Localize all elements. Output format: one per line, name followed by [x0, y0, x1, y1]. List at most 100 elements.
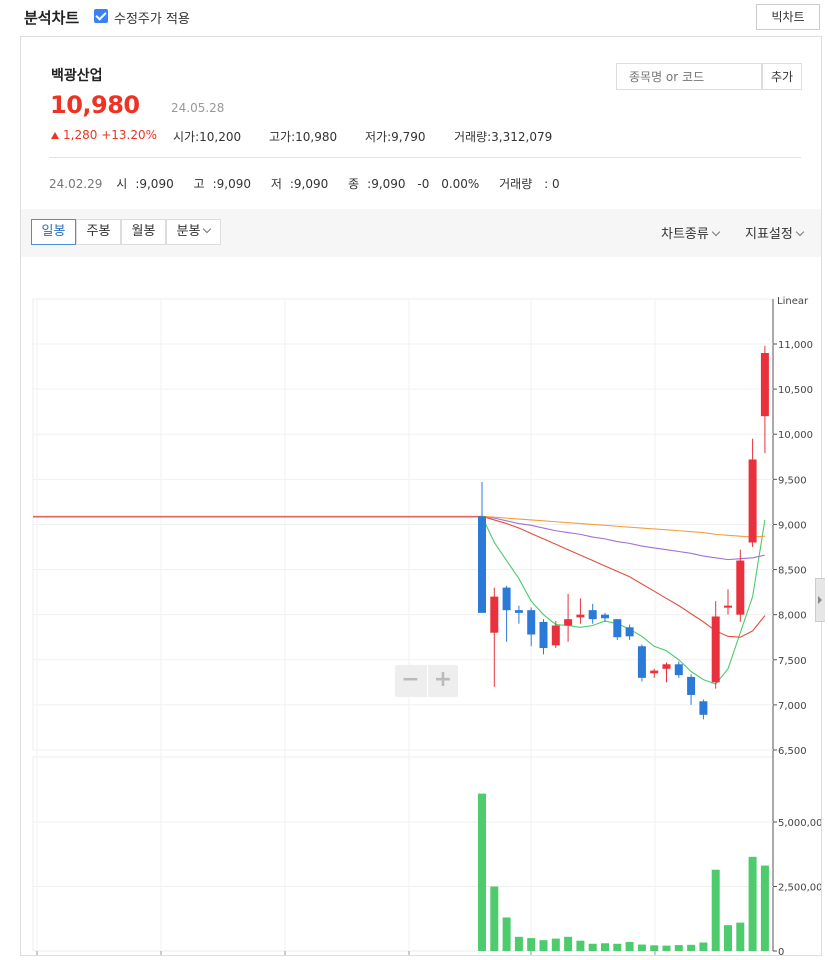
price-tick-label: 10,500 — [778, 385, 813, 396]
open-price-info: 시가:10,200 — [173, 130, 242, 144]
open-label: 시가 — [173, 130, 196, 144]
low-price-info: 저가:9,790 — [365, 130, 426, 144]
divider — [49, 157, 801, 158]
candle-body — [760, 353, 769, 417]
price-tick-label: 9,000 — [778, 520, 807, 531]
open-value: 10,200 — [199, 130, 242, 144]
candle-body — [502, 587, 511, 611]
price-date: 24.05.28 — [171, 101, 225, 115]
volume-bar — [527, 938, 536, 951]
volume-bar — [760, 865, 769, 951]
indicator-settings-menu[interactable]: 지표설정 — [745, 223, 805, 242]
volume-bar — [551, 938, 560, 951]
scale-label: Linear — [777, 296, 809, 307]
add-stock-button[interactable]: 추가 — [762, 63, 802, 90]
side-panel-toggle[interactable] — [815, 578, 825, 622]
moving-average-ma60 — [481, 515, 766, 561]
tab-minute[interactable]: 분봉 — [166, 219, 221, 245]
chart-type-menu[interactable]: 차트종류 — [661, 223, 721, 242]
volume-tick-label: 5,000,000 — [778, 818, 821, 829]
volume-info: 거래량:3,312,079 — [454, 130, 553, 144]
volume-tick-label: 0 — [778, 947, 784, 957]
tab-daily[interactable]: 일봉 — [31, 219, 76, 245]
low-label: 저가 — [365, 130, 388, 144]
tab-weekly[interactable]: 주봉 — [76, 219, 121, 245]
volume-bar — [514, 936, 523, 951]
price-tick-label: 7,500 — [778, 656, 807, 667]
moving-average-ma120 — [481, 515, 765, 538]
volume-bar — [748, 856, 757, 951]
chevron-down-icon — [795, 227, 805, 237]
candle-body — [687, 676, 696, 695]
candle-body — [748, 459, 757, 543]
chevron-down-icon — [203, 224, 212, 234]
candle-body — [564, 619, 573, 626]
volume-tick-label: 2,500,000 — [778, 883, 821, 894]
hover-date: 24.02.29 — [49, 177, 103, 191]
chart-panel: 백광산업 10,980 24.05.28 1,280 +13.20% 시가:10… — [20, 36, 822, 957]
zoom-out-button[interactable]: − — [395, 665, 426, 697]
zoom-in-button[interactable]: + — [427, 665, 458, 697]
price-tick-label: 8,000 — [778, 611, 807, 622]
stock-search-input[interactable] — [616, 63, 762, 90]
price-tick-label: 10,000 — [778, 430, 813, 441]
volume-bar — [662, 945, 671, 951]
volume-bar — [650, 945, 659, 951]
zoom-control: − + — [395, 665, 458, 697]
adjusted-price-checkbox[interactable] — [94, 9, 108, 23]
chart-toolbar: 일봉 주봉 월봉 분봉 차트종류 지표설정 — [21, 209, 821, 257]
volume-pane-border — [32, 756, 774, 952]
hover-info-line: 24.02.29 시:9,090 고:9,090 저:9,090 종:9,090… — [49, 175, 576, 192]
volume-bar — [588, 943, 597, 951]
high-value: 10,980 — [295, 130, 338, 144]
volume-label: 거래량 — [454, 130, 488, 144]
volume-value: 3,312,079 — [491, 130, 553, 144]
stock-name: 백광산업 — [51, 68, 103, 84]
price-tick-label: 7,000 — [778, 701, 807, 712]
volume-bar — [539, 940, 548, 951]
candle-body — [576, 614, 585, 618]
price-tick-label: 9,500 — [778, 475, 807, 486]
volume-bar — [490, 886, 499, 951]
volume-bar — [699, 942, 708, 951]
candle-body — [711, 616, 720, 683]
candle-body — [637, 646, 646, 678]
candle-body — [478, 516, 486, 613]
volume-bar — [613, 943, 622, 951]
bigchart-button[interactable]: 빅차트 — [756, 4, 820, 30]
volume-bar — [736, 922, 745, 951]
candle-body — [588, 610, 597, 620]
change-amount: 1,280 — [63, 128, 98, 142]
volume-bar — [478, 793, 486, 951]
page-title: 분석차트 — [24, 9, 80, 27]
volume-bar — [502, 917, 511, 951]
candle-body — [724, 605, 732, 608]
volume-bar — [674, 945, 683, 951]
candle-body — [625, 627, 634, 637]
tab-monthly[interactable]: 월봉 — [121, 219, 166, 245]
volume-bar — [724, 925, 732, 951]
current-price: 10,980 — [50, 91, 140, 119]
candle-body — [551, 625, 560, 646]
top-bar: 분석차트 수정주가 적용 빅차트 — [0, 0, 829, 34]
candle-body — [601, 614, 609, 619]
price-tick-label: 6,500 — [778, 746, 807, 757]
volume-bar — [711, 869, 720, 951]
hover-high: 고:9,090 — [193, 177, 251, 191]
price-change: 1,280 +13.20% — [51, 128, 157, 142]
candle-body — [650, 670, 659, 674]
moving-average-ma5 — [481, 516, 766, 685]
price-tick-label: 8,500 — [778, 566, 807, 577]
chevron-down-icon — [711, 227, 721, 237]
high-label: 고가 — [269, 130, 292, 144]
candle-body — [662, 664, 671, 669]
app-frame: 분석차트 수정주가 적용 빅차트 백광산업 10,980 24.05.28 1,… — [0, 0, 829, 960]
volume-bar — [564, 936, 573, 951]
candlestick-chart[interactable]: 11,000 10,500 10,000 9,500 9,000 8,500 8,000 7,… — [21, 257, 821, 957]
candle-body — [514, 610, 523, 613]
hover-close: 종:9,090 -0 0.00% — [348, 177, 480, 191]
hover-low: 저:9,090 — [270, 177, 329, 191]
high-price-info: 고가:10,980 — [269, 130, 338, 144]
adjusted-price-label[interactable]: 수정주가 적용 — [114, 8, 190, 27]
volume-bar — [601, 943, 609, 951]
